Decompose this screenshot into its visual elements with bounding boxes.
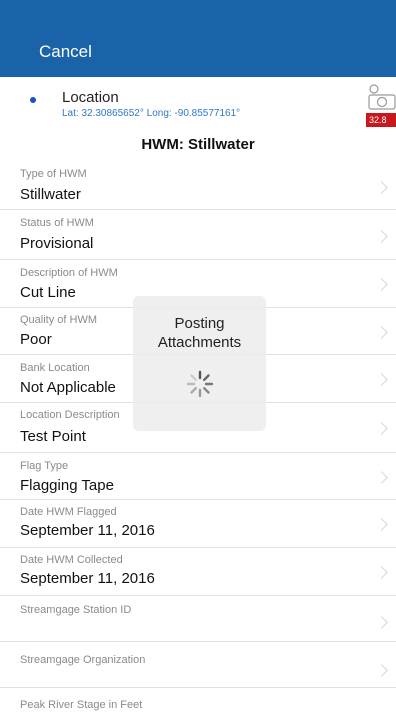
field-value: September 11, 2016	[20, 522, 155, 539]
overlay-message: Posting Attachments	[133, 314, 266, 352]
cancel-button[interactable]: Cancel	[39, 42, 92, 62]
field-label: Quality of HWM	[20, 314, 98, 326]
field-type-of-hwm[interactable]: Type of HWM Stillwater	[0, 163, 396, 210]
field-value: Stillwater	[20, 186, 81, 203]
camera-badge: 32.8	[366, 113, 396, 127]
field-label: Date HWM Flagged	[20, 506, 117, 518]
field-label: Status of HWM	[20, 217, 94, 229]
camera-icon[interactable]	[366, 84, 396, 110]
field-value: Cut Line	[20, 284, 76, 301]
field-label: Type of HWM	[20, 168, 87, 180]
location-row[interactable]	[0, 77, 396, 132]
field-date-hwm-flagged[interactable]: Date HWM Flagged September 11, 2016	[0, 500, 396, 548]
field-label: Description of HWM	[20, 267, 118, 279]
field-status-of-hwm[interactable]: Status of HWM Provisional	[0, 210, 396, 260]
field-value: Not Applicable	[20, 379, 116, 396]
location-dot-icon	[30, 97, 36, 103]
field-value: September 11, 2016	[20, 570, 155, 587]
field-label: Streamgage Station ID	[20, 604, 132, 616]
chevron-right-icon	[375, 181, 388, 194]
chevron-right-icon	[375, 373, 388, 386]
overlay-line-2: Attachments	[157, 334, 242, 351]
chevron-right-icon	[375, 566, 388, 579]
chevron-right-icon	[375, 518, 388, 531]
location-coordinates: Lat: 32.30865652° Long: -90.85577161°	[62, 108, 241, 119]
spinner-icon	[186, 370, 214, 398]
field-label: Date HWM Collected	[20, 554, 123, 566]
chevron-right-icon	[375, 278, 388, 291]
field-streamgage-station-id[interactable]: Streamgage Station ID	[0, 596, 396, 642]
location-title: Location	[62, 89, 119, 106]
field-value: Provisional	[20, 235, 94, 252]
field-label: Peak River Stage in Feet	[20, 699, 143, 711]
field-flag-type[interactable]: Flag Type Flagging Tape	[0, 453, 396, 500]
chevron-right-icon	[375, 471, 388, 484]
field-label: Flag Type	[20, 460, 69, 472]
chevron-right-icon	[375, 664, 388, 677]
nav-bar: Cancel	[0, 0, 396, 77]
section-title: HWM: Stillwater	[141, 136, 255, 153]
chevron-right-icon	[375, 326, 388, 339]
field-value: Poor	[20, 331, 52, 348]
field-label: Location Description	[20, 409, 120, 421]
overlay-line-1: Posting	[174, 315, 225, 332]
field-streamgage-organization[interactable]: Streamgage Organization	[0, 642, 396, 688]
field-date-hwm-collected[interactable]: Date HWM Collected September 11, 2016	[0, 548, 396, 596]
field-value: Test Point	[20, 428, 86, 445]
field-label: Streamgage Organization	[20, 654, 146, 666]
chevron-right-icon	[375, 422, 388, 435]
field-label: Bank Location	[20, 362, 90, 374]
chevron-right-icon	[375, 230, 388, 243]
chevron-right-icon	[375, 616, 388, 629]
posting-overlay: Posting Attachments	[133, 296, 266, 431]
field-peak-river-stage[interactable]: Peak River Stage in Feet	[0, 688, 396, 713]
field-value: Flagging Tape	[20, 477, 114, 494]
